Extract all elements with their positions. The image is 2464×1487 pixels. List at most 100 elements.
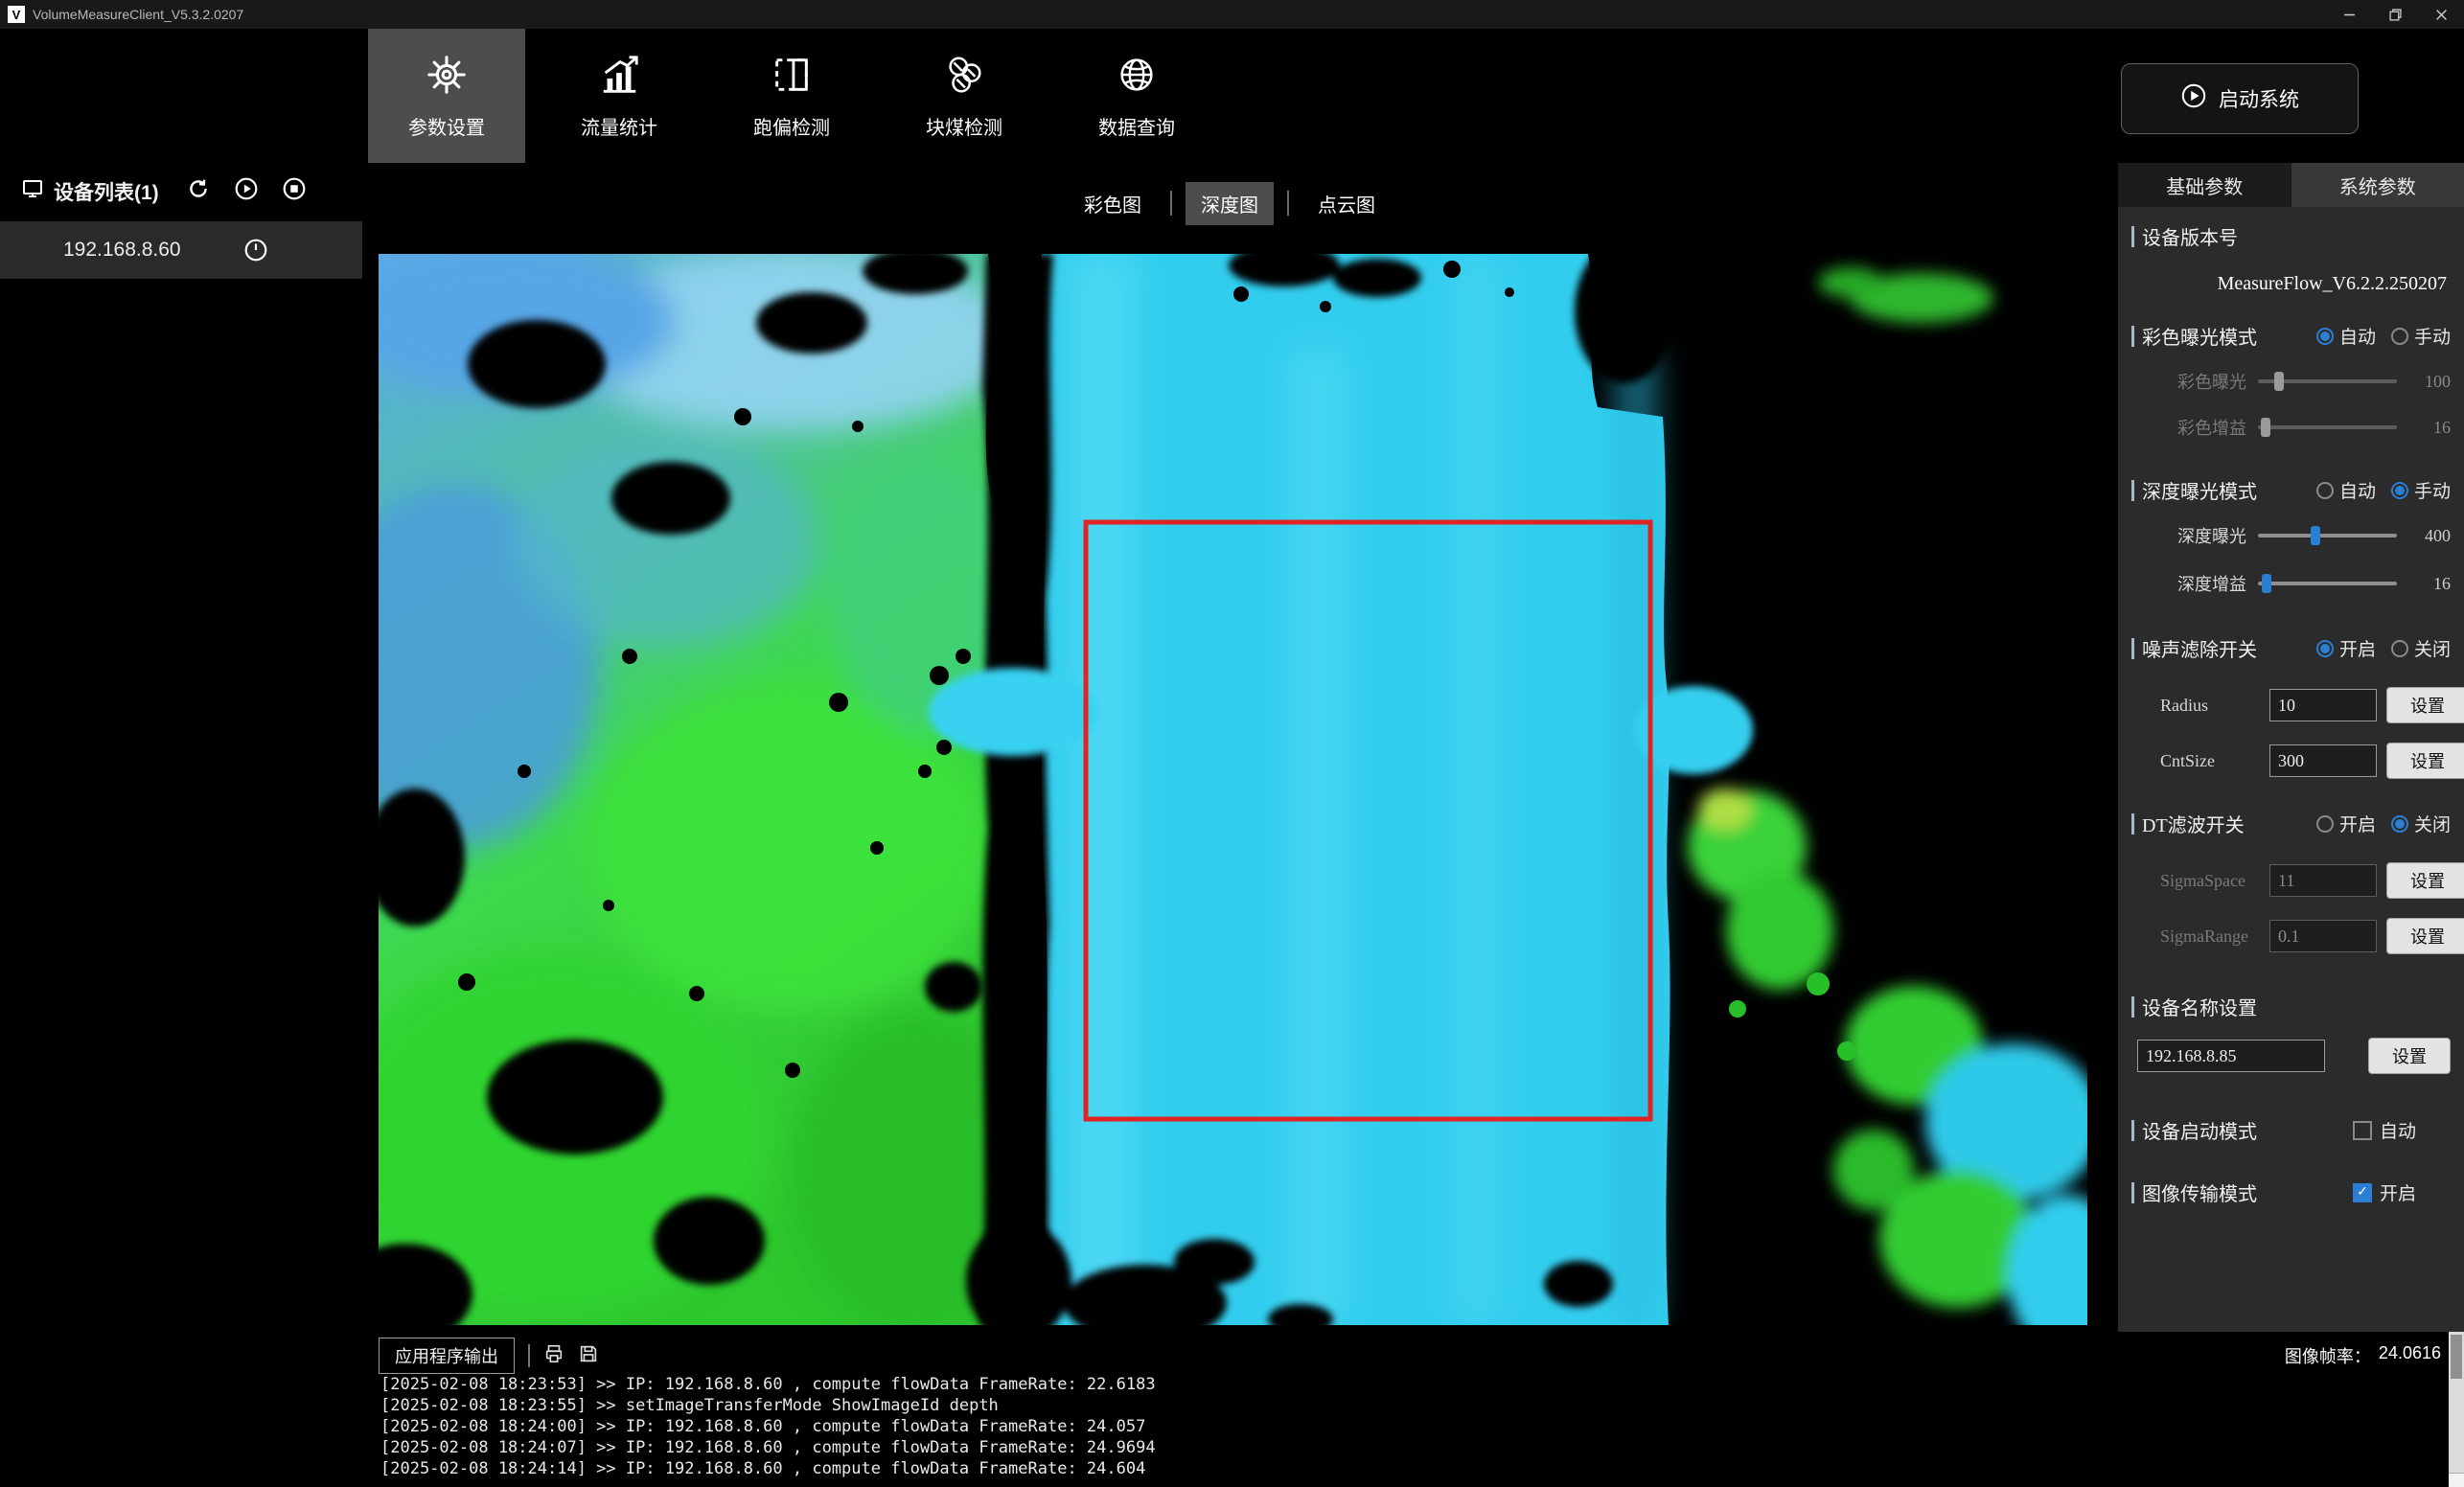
radio-icon: [2391, 640, 2408, 657]
toolbar-item-flow-statistics[interactable]: 流量统计: [541, 29, 698, 163]
app-output-tab[interactable]: 应用程序输出: [379, 1338, 515, 1374]
titlebar[interactable]: V VolumeMeasureClient_V5.3.2.0207: [0, 0, 2464, 29]
toolbar-item-label: 流量统计: [581, 112, 657, 140]
cntsize-set-button[interactable]: 设置: [2386, 743, 2464, 779]
minimize-button[interactable]: [2326, 0, 2372, 29]
restore-button[interactable]: [2372, 0, 2418, 29]
sigmarange-input[interactable]: [2269, 920, 2377, 952]
device-name-row: 设置: [2131, 1038, 2451, 1074]
scrollbar-thumb[interactable]: [2451, 1335, 2462, 1379]
section-bar: [2131, 226, 2134, 247]
depth-gain-value: 16: [2408, 574, 2451, 594]
section-bar: [2131, 480, 2134, 501]
tab-divider: [1287, 191, 1289, 216]
main-toolbar: 参数设置 流量统计: [0, 29, 2464, 163]
tab-system-params[interactable]: 系统参数: [2291, 163, 2464, 207]
color-gain-slider[interactable]: [2258, 425, 2397, 429]
toolbar-item-label: 块煤检测: [926, 112, 1002, 140]
checkbox-label: 开启: [2380, 1179, 2416, 1205]
radio-off[interactable]: 关闭: [2391, 635, 2451, 661]
sigmarange-label: SigmaRange: [2160, 927, 2260, 947]
color-gain-row: 彩色增益 16: [2131, 415, 2451, 440]
log-scrollbar[interactable]: [2449, 1332, 2464, 1487]
device-list-header: 设备列表(1): [0, 163, 362, 212]
device-ip: 192.168.8.60: [63, 239, 194, 262]
scrollbar-down-button[interactable]: [2449, 1473, 2464, 1487]
radio-auto[interactable]: 自动: [2316, 323, 2376, 349]
radio-icon: [2316, 640, 2334, 657]
bar-chart-icon: [597, 53, 641, 103]
startup-mode-label: 设备启动模式: [2142, 1116, 2257, 1144]
radio-auto[interactable]: 自动: [2316, 477, 2376, 503]
radio-on[interactable]: 开启: [2316, 635, 2376, 661]
toolbar-item-param-settings[interactable]: 参数设置: [368, 29, 525, 163]
slider-handle[interactable]: [2274, 372, 2284, 391]
toolbar-item-data-query[interactable]: 数据查询: [1058, 29, 1215, 163]
radio-label: 手动: [2414, 477, 2451, 503]
stop-all-icon[interactable]: [282, 176, 307, 206]
transfer-mode-checkbox-group[interactable]: ✓ 开启: [2353, 1179, 2416, 1205]
radius-set-button[interactable]: 设置: [2386, 687, 2464, 723]
toolbar-item-deviation-detect[interactable]: 跑偏检测: [713, 29, 870, 163]
tab-depth-image[interactable]: 深度图: [1186, 182, 1274, 225]
save-log-icon[interactable]: [578, 1343, 599, 1369]
section-startup-mode: 设备启动模式 自动: [2131, 1116, 2451, 1144]
depth-gain-slider[interactable]: [2258, 582, 2397, 585]
radius-label: Radius: [2160, 696, 2260, 716]
toolbar-item-label: 跑偏检测: [753, 112, 830, 140]
depth-exposure-mode-options: 自动 手动: [2316, 477, 2451, 503]
tab-color-image[interactable]: 彩色图: [1069, 182, 1157, 225]
radio-label: 开启: [2339, 635, 2376, 661]
color-exposure-slider[interactable]: [2258, 379, 2397, 383]
radio-manual[interactable]: 手动: [2391, 477, 2451, 503]
slider-handle[interactable]: [2311, 526, 2320, 545]
checkbox-icon[interactable]: ✓: [2353, 1183, 2372, 1202]
device-list-actions: [186, 176, 307, 206]
section-color-exposure-mode: 彩色曝光模式 自动 手动: [2131, 322, 2451, 350]
sigmarange-row: SigmaRange 设置: [2131, 918, 2451, 954]
depth-exposure-slider[interactable]: [2258, 534, 2397, 538]
startup-mode-checkbox-group[interactable]: 自动: [2353, 1117, 2416, 1143]
refresh-icon[interactable]: [186, 176, 211, 206]
device-list-item[interactable]: 192.168.8.60: [0, 221, 362, 279]
cntsize-row: CntSize 设置: [2131, 743, 2451, 779]
section-bar: [2131, 638, 2134, 659]
slider-handle[interactable]: [2262, 574, 2271, 593]
tab-divider: [1170, 191, 1172, 216]
depth-image-canvas[interactable]: [379, 254, 2087, 1325]
start-system-button[interactable]: 启动系统: [2121, 63, 2359, 134]
log-line: [2025-02-08 18:24:00] >> IP: 192.168.8.6…: [380, 1416, 2426, 1437]
cntsize-input[interactable]: [2269, 744, 2377, 777]
radio-label: 开启: [2339, 811, 2376, 836]
play-all-icon[interactable]: [234, 176, 259, 206]
close-button[interactable]: [2418, 0, 2464, 29]
toolbar-item-coal-detect[interactable]: 块煤检测: [886, 29, 1043, 163]
radio-off[interactable]: 关闭: [2391, 811, 2451, 836]
sigmaspace-set-button[interactable]: 设置: [2386, 862, 2464, 899]
radio-label: 自动: [2339, 477, 2376, 503]
radius-input[interactable]: [2269, 689, 2377, 721]
tab-basic-params[interactable]: 基础参数: [2118, 163, 2291, 207]
sigmaspace-input[interactable]: [2269, 864, 2377, 897]
device-name-set-button[interactable]: 设置: [2368, 1038, 2451, 1074]
clear-output-icon[interactable]: [543, 1343, 564, 1369]
device-name-input[interactable]: [2137, 1040, 2325, 1072]
slider-handle[interactable]: [2261, 418, 2270, 437]
log-line: [2025-02-08 18:24:14] >> IP: 192.168.8.6…: [380, 1458, 2426, 1479]
radio-icon: [2391, 815, 2408, 833]
parameter-tabs: 基础参数 系统参数: [2118, 163, 2464, 207]
device-version-label: 设备版本号: [2142, 222, 2238, 250]
sigmarange-set-button[interactable]: 设置: [2386, 918, 2464, 954]
tab-point-cloud[interactable]: 点云图: [1302, 182, 1391, 225]
section-device-version: 设备版本号: [2131, 222, 2451, 250]
log-lines: [2025-02-08 18:23:53] >> IP: 192.168.8.6…: [380, 1374, 2426, 1479]
sigmaspace-label: SigmaSpace: [2160, 871, 2260, 891]
color-exposure-mode-label: 彩色曝光模式: [2142, 322, 2257, 350]
section-bar: [2131, 1120, 2134, 1141]
cntsize-label: CntSize: [2160, 751, 2260, 771]
checkbox-icon[interactable]: [2353, 1121, 2372, 1140]
radio-on[interactable]: 开启: [2316, 811, 2376, 836]
radio-manual[interactable]: 手动: [2391, 323, 2451, 349]
deviation-frame-icon: [770, 53, 814, 103]
power-icon[interactable]: [243, 238, 268, 263]
